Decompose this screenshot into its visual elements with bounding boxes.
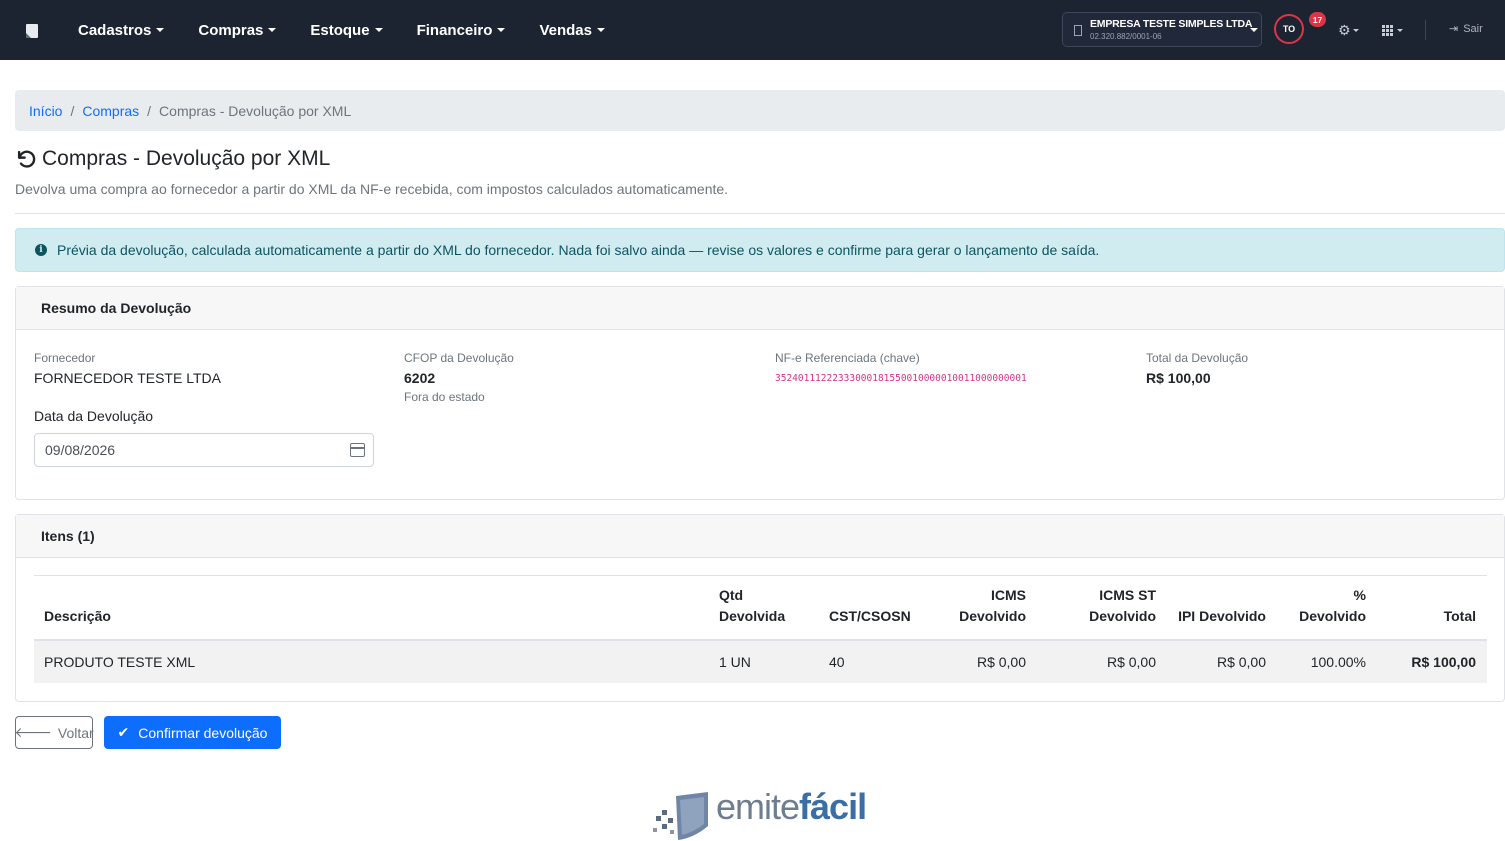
back-button-label: Voltar	[57, 724, 94, 741]
col-icms-devolvido: ICMS Devolvido	[959, 587, 1026, 624]
nav-item-label: Vendas	[539, 21, 592, 39]
cell-icms: R$ 0,00	[976, 654, 1026, 670]
nav-item-financeiro[interactable]: Financeiro	[417, 22, 506, 39]
caret-down-icon	[268, 28, 277, 32]
nav-item-vendas[interactable]: Vendas	[539, 22, 605, 39]
return-date-label: Data da Devolução	[34, 408, 154, 424]
top-navbar: Cadastros Compras Estoque Financeiro Ven…	[0, 0, 1505, 60]
table-row: PRODUTO TESTE XML 1 UN 40 R$ 0,00 R$ 0,0…	[34, 641, 1487, 683]
items-card-header: Itens (1)	[16, 515, 1504, 558]
table-header: Descrição Qtd Devolvida CST/CSOSN ICMS Dev…	[34, 576, 1487, 641]
total-label: Total da Devolução	[1146, 351, 1249, 365]
grid-icon	[1382, 24, 1394, 36]
caret-down-icon	[1250, 28, 1258, 32]
caret-down-icon	[497, 28, 506, 32]
settings-menu[interactable]: ⚙	[1338, 22, 1362, 38]
col-cst-csosn: CST/CSOSN	[829, 608, 911, 624]
nfe-key-label: NF-e Referenciada (chave)	[775, 351, 920, 365]
nav-item-cadastros[interactable]: Cadastros	[78, 21, 165, 39]
cell-total: R$ 100,00	[1411, 654, 1476, 670]
col-total: Total	[1443, 608, 1476, 624]
company-cnpj: 02.320.882/0001-06	[1090, 32, 1162, 41]
logo-mark-icon	[653, 792, 708, 840]
breadcrumb-current: Compras - Devolução por XML	[159, 102, 352, 119]
sign-out-icon: ⇥	[1449, 23, 1459, 35]
supplier-value: FORNECEDOR TESTE LTDA	[34, 370, 221, 386]
col-pct-devolvido: % Devolvido	[1299, 587, 1366, 624]
caret-down-icon	[596, 28, 605, 32]
page-title-text: Compras - Devolução por XML	[42, 147, 331, 170]
nav-item-compras[interactable]: Compras	[198, 21, 277, 39]
user-avatar[interactable]: TO	[1274, 14, 1304, 44]
page-title: Compras - Devolução por XML	[15, 147, 330, 171]
items-card: Itens (1) Descrição Qtd Devolvida CST/CSO…	[15, 514, 1505, 702]
supplier-label: Fornecedor	[34, 351, 96, 365]
return-date-input[interactable]: 09/08/2026	[34, 433, 374, 467]
col-qtd-devolvida: Qtd Devolvida	[719, 587, 786, 624]
divider	[1425, 20, 1426, 40]
cell-cst: 40	[829, 654, 845, 670]
calendar-icon[interactable]	[350, 443, 365, 457]
info-circle-icon: i	[35, 244, 47, 256]
col-ipi-devolvido: IPI Devolvido	[1178, 608, 1266, 624]
company-name: EMPRESA TESTE SIMPLES LTDA	[1090, 18, 1253, 30]
nfe-key-value: 3524011122233300018155001000001001100000…	[775, 373, 1027, 384]
building-icon	[1074, 25, 1082, 36]
caret-down-icon	[156, 28, 165, 32]
apps-menu[interactable]	[1382, 22, 1408, 38]
logout-label: Sair	[1463, 22, 1483, 35]
caret-down-icon	[1397, 28, 1403, 32]
confirm-return-button[interactable]: ✔ Confirmar devolução	[104, 716, 281, 749]
page-subtitle: Devolva uma compra ao fornecedor a parti…	[15, 181, 729, 197]
nav-item-estoque[interactable]: Estoque	[310, 21, 383, 39]
cell-qtd: 1 UN	[719, 654, 751, 670]
cell-pct: 100.00%	[1310, 654, 1366, 670]
breadcrumb-home-link[interactable]: Início	[29, 103, 62, 119]
logout-button[interactable]: ⇥ Sair	[1449, 22, 1483, 36]
col-icms-st-devolvido: ICMS ST Devolvido	[1089, 587, 1156, 624]
gear-icon: ⚙	[1338, 22, 1351, 38]
breadcrumb: Início / Compras / Compras - Devolução p…	[15, 90, 1505, 131]
nav-item-label: Cadastros	[78, 21, 152, 39]
cell-icms-st: R$ 0,00	[1106, 654, 1156, 670]
undo-icon	[17, 150, 36, 168]
logo-text: emitefácil	[716, 786, 867, 827]
cell-descricao: PRODUTO TESTE XML	[44, 654, 196, 670]
company-selector[interactable]: EMPRESA TESTE SIMPLES LTDA 02.320.882/00…	[1062, 12, 1262, 47]
confirm-button-label: Confirmar devolução	[138, 724, 268, 741]
arrow-left-icon: 🡐	[14, 724, 52, 740]
summary-card: Resumo da Devolução Fornecedor FORNECEDO…	[15, 286, 1505, 500]
caret-down-icon	[1352, 28, 1359, 32]
cfop-value: 6202	[404, 370, 436, 386]
alert-text: Prévia da devolução, calculada automatic…	[57, 242, 1100, 258]
breadcrumb-compras-link[interactable]: Compras	[82, 103, 139, 119]
nav-item-label: Estoque	[310, 21, 370, 39]
back-button[interactable]: 🡐 Voltar	[14, 716, 94, 749]
info-alert: i Prévia da devolução, calculada automat…	[15, 228, 1505, 272]
broken-logo-image-icon[interactable]	[25, 24, 41, 40]
cfop-label: CFOP da Devolução	[404, 351, 514, 365]
total-value: R$ 100,00	[1146, 370, 1211, 386]
breadcrumb-separator: /	[70, 102, 75, 119]
emitefacil-logo: emitefácil	[650, 786, 875, 841]
divider	[15, 213, 1505, 214]
cell-ipi: R$ 0,00	[1216, 654, 1266, 670]
nav-item-label: Financeiro	[416, 21, 493, 39]
items-table: Descrição Qtd Devolvida CST/CSOSN ICMS Dev…	[34, 575, 1487, 683]
summary-card-header: Resumo da Devolução	[16, 287, 1504, 330]
main-menu: Cadastros Compras Estoque Financeiro Ven…	[78, 0, 639, 60]
breadcrumb-separator: /	[147, 102, 152, 119]
notification-badge[interactable]: 17	[1309, 12, 1326, 27]
cfop-note: Fora do estado	[404, 390, 485, 404]
check-icon: ✔	[117, 724, 130, 740]
return-date-value: 09/08/2026	[45, 442, 116, 458]
col-descricao: Descrição	[44, 608, 111, 624]
nav-item-label: Compras	[198, 21, 264, 39]
caret-down-icon	[374, 28, 383, 32]
